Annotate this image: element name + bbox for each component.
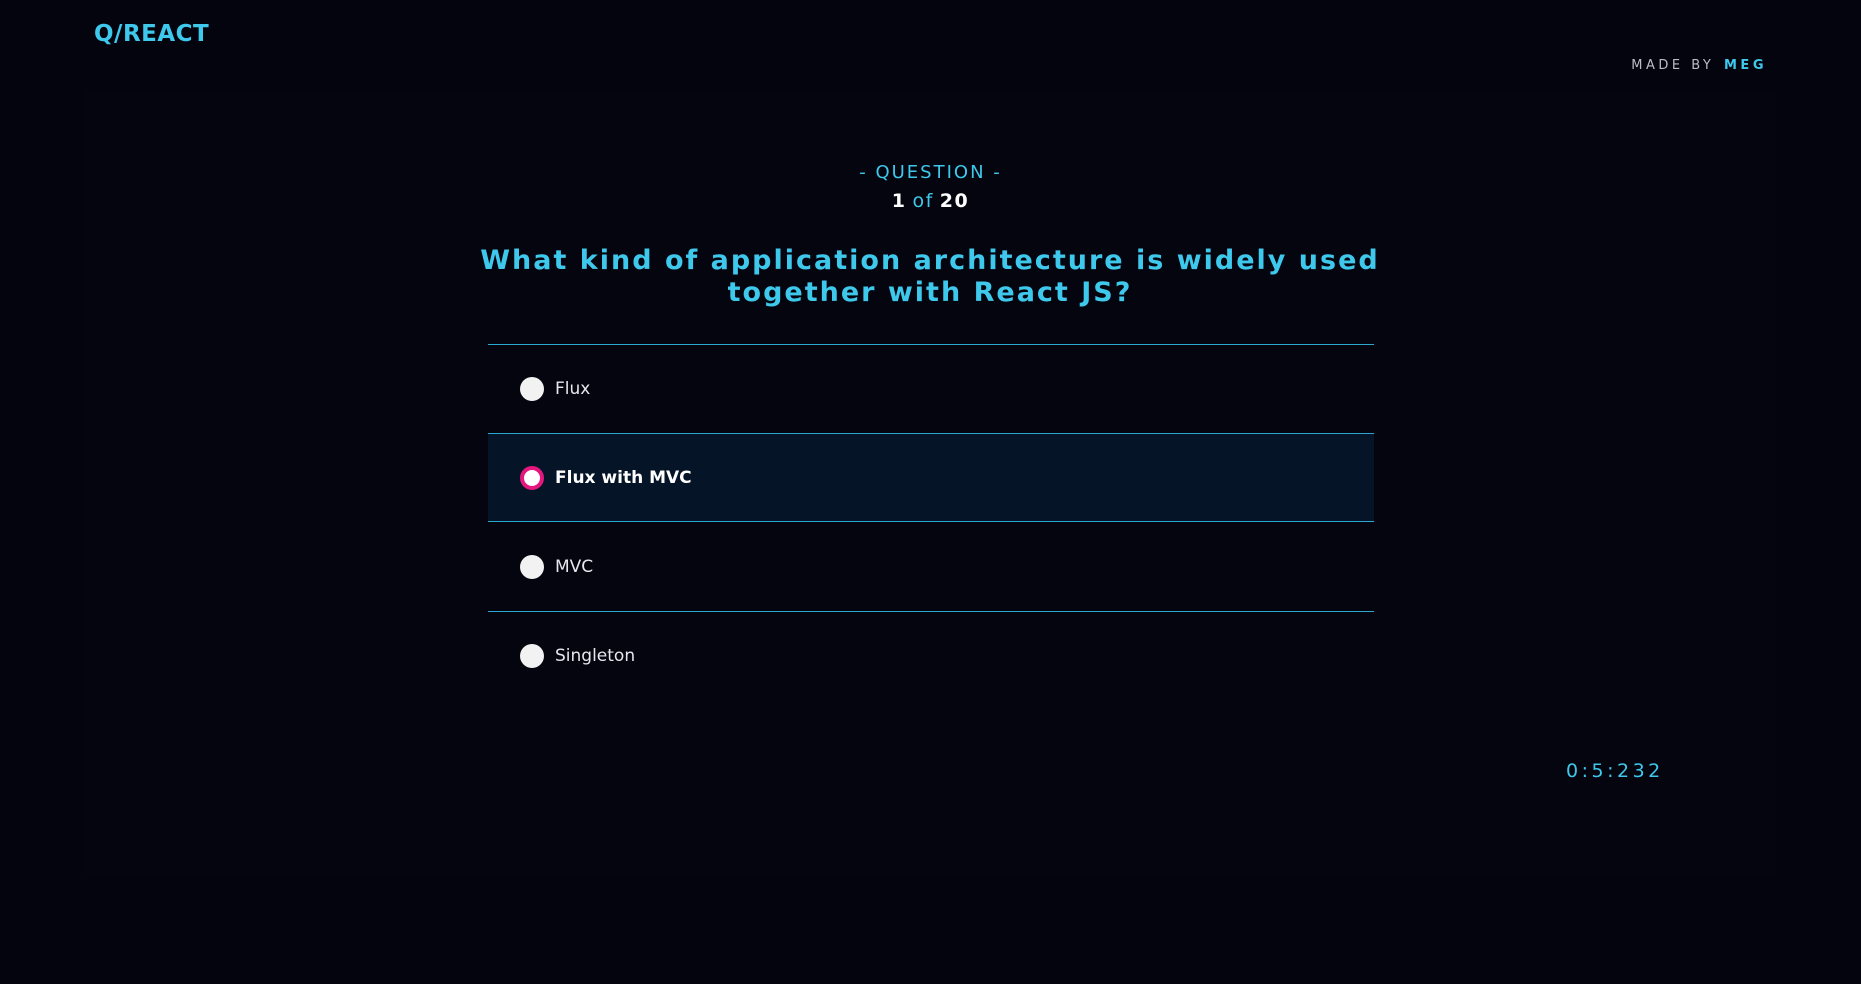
- answer-label: Singleton: [555, 646, 636, 666]
- total-question-count: 20: [939, 190, 970, 212]
- question-text: What kind of application architecture is…: [480, 245, 1380, 308]
- made-by-credit: MADE BY MEG: [1631, 58, 1767, 73]
- radio-button[interactable]: [520, 554, 544, 579]
- answer-option[interactable]: Flux: [488, 344, 1374, 433]
- elapsed-timer: 0:5:232: [1566, 760, 1664, 782]
- current-question-number: 1: [891, 190, 907, 212]
- answer-label: Flux: [555, 379, 591, 399]
- answer-label: Flux with MVC: [555, 467, 692, 488]
- counter-of-label: of: [912, 190, 934, 212]
- radio-button[interactable]: [520, 644, 544, 668]
- answer-option[interactable]: Flux with MVC: [488, 433, 1374, 522]
- answer-option[interactable]: MVC: [488, 522, 1374, 611]
- radio-button[interactable]: [520, 465, 544, 490]
- credit-prefix: MADE BY: [1631, 58, 1715, 73]
- radio-button[interactable]: [520, 377, 544, 401]
- answer-option[interactable]: Singleton: [488, 611, 1374, 700]
- quiz-panel: - QUESTION - 1 of 20 What kind of applicat…: [84, 90, 1777, 875]
- quiz-page: Q/REACT MADE BY MEG - QUESTION - 1 of 20 W…: [0, 0, 1861, 984]
- answer-list: Flux Flux with MVC MVC Singleton: [488, 344, 1374, 700]
- question-counter: 1 of 20: [84, 190, 1777, 212]
- app-logo[interactable]: Q/REACT: [94, 22, 209, 47]
- credit-author-link[interactable]: MEG: [1724, 58, 1767, 73]
- question-section-label: - QUESTION -: [859, 162, 1002, 183]
- answer-label: MVC: [555, 556, 594, 577]
